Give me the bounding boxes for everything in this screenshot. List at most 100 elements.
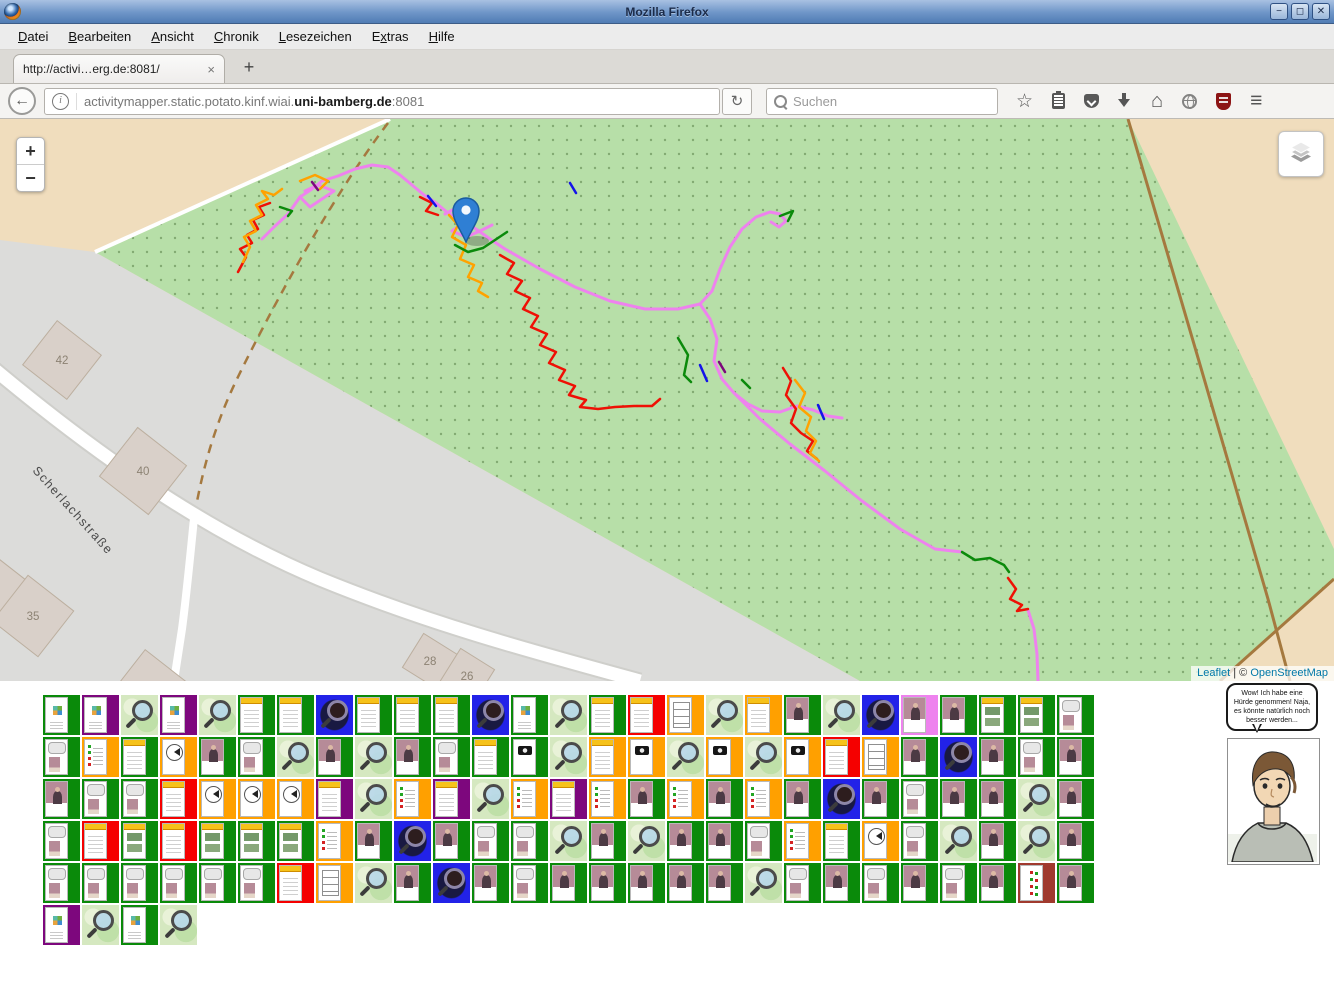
timeline-tile-portrait[interactable]: [823, 863, 860, 903]
timeline-tile-doc[interactable]: [160, 779, 197, 819]
timeline-tile-check[interactable]: [316, 821, 353, 861]
url-bar[interactable]: i activitymapper.static.potato.kinf.wiai…: [44, 88, 720, 115]
timeline-tile-app[interactable]: [511, 695, 548, 735]
timeline-tile-map[interactable]: [1018, 779, 1055, 819]
timeline-tile-comic[interactable]: [43, 863, 80, 903]
timeline-tile-photos[interactable]: [121, 821, 158, 861]
timeline-tile-mapdark[interactable]: [433, 863, 470, 903]
timeline-tile-portrait[interactable]: [628, 779, 665, 819]
timeline-tile-portrait[interactable]: [1057, 821, 1094, 861]
timeline-tile-check[interactable]: [667, 779, 704, 819]
timeline-tile-portrait[interactable]: [979, 737, 1016, 777]
timeline-tile-portrait[interactable]: [550, 863, 587, 903]
timeline-tile-comic[interactable]: [901, 821, 938, 861]
timeline-tile-photos[interactable]: [979, 695, 1016, 735]
timeline-tile-map[interactable]: [199, 695, 236, 735]
timeline-tile-map[interactable]: [745, 737, 782, 777]
site-info-icon[interactable]: i: [52, 93, 69, 110]
timeline-tile-mapdark[interactable]: [823, 779, 860, 819]
menu-chronik[interactable]: Chronik: [204, 26, 269, 47]
timeline-tile-photos[interactable]: [199, 821, 236, 861]
timeline-tile-comic[interactable]: [43, 821, 80, 861]
timeline-tile-map[interactable]: [277, 737, 314, 777]
timeline-tile-portrait[interactable]: [589, 821, 626, 861]
timeline-tile-check[interactable]: [784, 821, 821, 861]
timeline-tile-portrait[interactable]: [667, 821, 704, 861]
layers-control[interactable]: [1278, 131, 1324, 177]
timeline-tile-comic[interactable]: [121, 779, 158, 819]
timeline-tile-photos[interactable]: [238, 821, 275, 861]
timeline-tile-speaker[interactable]: [238, 779, 275, 819]
timeline-tile-map[interactable]: [355, 863, 392, 903]
timeline-tile-doc[interactable]: [589, 695, 626, 735]
timeline-tile-portrait[interactable]: [901, 695, 938, 735]
timeline-tile-portrait[interactable]: [901, 863, 938, 903]
timeline-tile-check[interactable]: [511, 779, 548, 819]
timeline-tile-doc[interactable]: [823, 821, 860, 861]
tab-close-icon[interactable]: ×: [201, 62, 215, 77]
timeline-tile-camera[interactable]: [628, 737, 665, 777]
menu-extras[interactable]: Extras: [362, 26, 419, 47]
minimize-button[interactable]: −: [1270, 3, 1288, 20]
timeline-tile-portrait[interactable]: [355, 821, 392, 861]
timeline-tile-comic[interactable]: [199, 863, 236, 903]
timeline-tile-mapdark[interactable]: [394, 821, 431, 861]
timeline-tile-app[interactable]: [43, 695, 80, 735]
timeline-tile-doc[interactable]: [82, 821, 119, 861]
timeline-tile-portrait[interactable]: [43, 779, 80, 819]
timeline-tile-doc[interactable]: [589, 737, 626, 777]
active-tab[interactable]: http://activi…erg.de:8081/ ×: [13, 54, 225, 83]
timeline-tile-form[interactable]: [316, 863, 353, 903]
timeline-tile-app[interactable]: [160, 695, 197, 735]
timeline-tile-mapdark[interactable]: [862, 695, 899, 735]
timeline-tile-portrait[interactable]: [979, 821, 1016, 861]
back-button[interactable]: ←: [8, 87, 36, 115]
timeline-tile-camera[interactable]: [511, 737, 548, 777]
timeline-tile-portrait[interactable]: [472, 863, 509, 903]
timeline-tile-portrait[interactable]: [433, 821, 470, 861]
timeline-tile-portrait[interactable]: [940, 695, 977, 735]
timeline-tile-doc[interactable]: [823, 737, 860, 777]
timeline-tile-comic[interactable]: [1057, 695, 1094, 735]
timeline-tile-app[interactable]: [82, 695, 119, 735]
timeline-tile-doc[interactable]: [316, 779, 353, 819]
zoom-out-button[interactable]: −: [17, 164, 44, 191]
timeline-tile-speaker[interactable]: [160, 737, 197, 777]
timeline-tile-portrait[interactable]: [940, 779, 977, 819]
timeline-tile-form[interactable]: [862, 737, 899, 777]
timeline-tile-portrait[interactable]: [1057, 863, 1094, 903]
zoom-in-button[interactable]: +: [17, 138, 44, 164]
menu-lesezeichen[interactable]: Lesezeichen: [269, 26, 362, 47]
timeline-tile-portrait[interactable]: [1057, 737, 1094, 777]
timeline-tile-map[interactable]: [550, 737, 587, 777]
downloads-icon[interactable]: [1118, 93, 1132, 109]
home-icon[interactable]: ⌂: [1151, 92, 1163, 110]
menu-bearbeiten[interactable]: Bearbeiten: [58, 26, 141, 47]
timeline-tile-form[interactable]: [667, 695, 704, 735]
timeline-tile-portrait[interactable]: [628, 863, 665, 903]
leaflet-map[interactable]: 42403735332826 Scherlachstraße + − Leafl…: [0, 119, 1334, 681]
ublock-shield-icon[interactable]: [1216, 93, 1231, 110]
timeline-tile-doc[interactable]: [394, 695, 431, 735]
timeline-tile-doc[interactable]: [433, 695, 470, 735]
timeline-tile-comic[interactable]: [433, 737, 470, 777]
menu-ansicht[interactable]: Ansicht: [141, 26, 204, 47]
timeline-tile-map[interactable]: [940, 821, 977, 861]
timeline-tile-doc[interactable]: [628, 695, 665, 735]
timeline-tile-portrait[interactable]: [901, 737, 938, 777]
reload-button[interactable]: ↻: [722, 88, 752, 115]
timeline-tile-map[interactable]: [550, 695, 587, 735]
timeline-tile-speaker[interactable]: [862, 821, 899, 861]
new-tab-button[interactable]: +: [236, 55, 262, 80]
timeline-tile-check[interactable]: [82, 737, 119, 777]
timeline-tile-portrait[interactable]: [784, 695, 821, 735]
timeline-tile-doc[interactable]: [355, 695, 392, 735]
timeline-tile-doc[interactable]: [121, 737, 158, 777]
timeline-tile-comic[interactable]: [511, 821, 548, 861]
timeline-tile-comic[interactable]: [745, 821, 782, 861]
search-input[interactable]: Suchen: [766, 88, 998, 115]
timeline-tile-portrait[interactable]: [784, 779, 821, 819]
timeline-tile-mapdark[interactable]: [940, 737, 977, 777]
timeline-tile-comic[interactable]: [160, 863, 197, 903]
timeline-tile-mapdark[interactable]: [472, 695, 509, 735]
